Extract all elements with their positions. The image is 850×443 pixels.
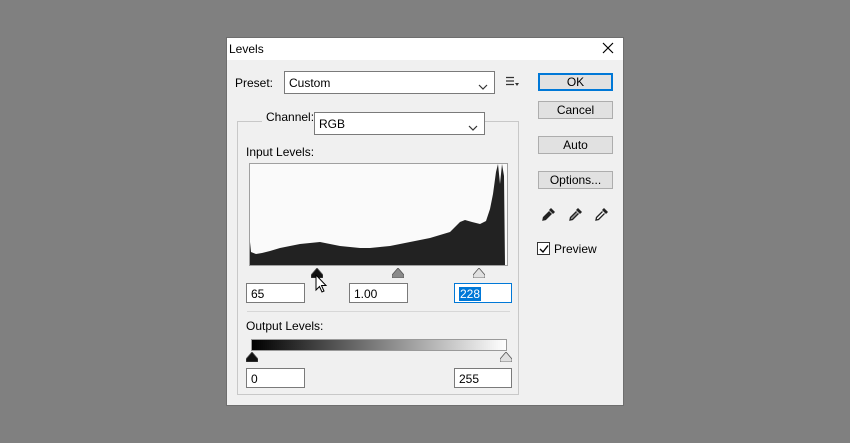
preview-label: Preview	[554, 242, 597, 256]
input-white-value: 228	[459, 287, 482, 301]
input-white-slider[interactable]	[472, 267, 486, 279]
input-levels-label: Input Levels:	[246, 145, 315, 159]
preview-checkbox[interactable]	[537, 242, 550, 255]
histogram	[249, 163, 508, 266]
output-white-slider[interactable]	[499, 351, 513, 363]
input-gamma-slider[interactable]	[391, 267, 405, 279]
channel-label: Channel:	[266, 110, 315, 124]
divider	[247, 311, 510, 312]
cancel-button[interactable]: Cancel	[538, 101, 613, 119]
preset-label: Preset:	[235, 76, 274, 90]
preset-dropdown[interactable]: Custom	[284, 71, 495, 94]
channel-value: RGB	[319, 117, 346, 131]
options-button[interactable]: Options...	[538, 171, 613, 189]
black-eyedropper-icon[interactable]	[541, 206, 557, 225]
input-gamma-field[interactable]: 1.00	[349, 283, 408, 303]
dialog-title: Levels	[229, 42, 264, 56]
preset-options-icon[interactable]	[506, 76, 520, 91]
levels-dialog: Levels Preset: Custom OK Cancel Auto Opt…	[226, 37, 624, 406]
chevron-down-icon	[478, 79, 488, 93]
output-white-field[interactable]: 255	[454, 368, 512, 388]
channel-row: Channel:	[262, 110, 319, 124]
white-eyedropper-icon[interactable]	[594, 206, 610, 225]
output-gradient	[251, 339, 507, 351]
auto-button[interactable]: Auto	[538, 136, 613, 154]
input-white-field[interactable]: 228	[454, 283, 512, 303]
title-bar[interactable]: Levels	[227, 38, 623, 60]
chevron-down-icon	[468, 120, 478, 134]
output-black-field[interactable]: 0	[246, 368, 305, 388]
gray-eyedropper-icon[interactable]	[568, 206, 584, 225]
ok-button[interactable]: OK	[538, 73, 613, 91]
output-levels-label: Output Levels:	[246, 319, 324, 333]
preset-value: Custom	[289, 76, 331, 90]
output-black-slider[interactable]	[245, 351, 259, 363]
channel-dropdown[interactable]: RGB	[314, 112, 485, 135]
close-icon[interactable]	[601, 40, 615, 56]
input-black-field[interactable]: 65	[246, 283, 305, 303]
mouse-cursor-icon	[315, 273, 329, 297]
